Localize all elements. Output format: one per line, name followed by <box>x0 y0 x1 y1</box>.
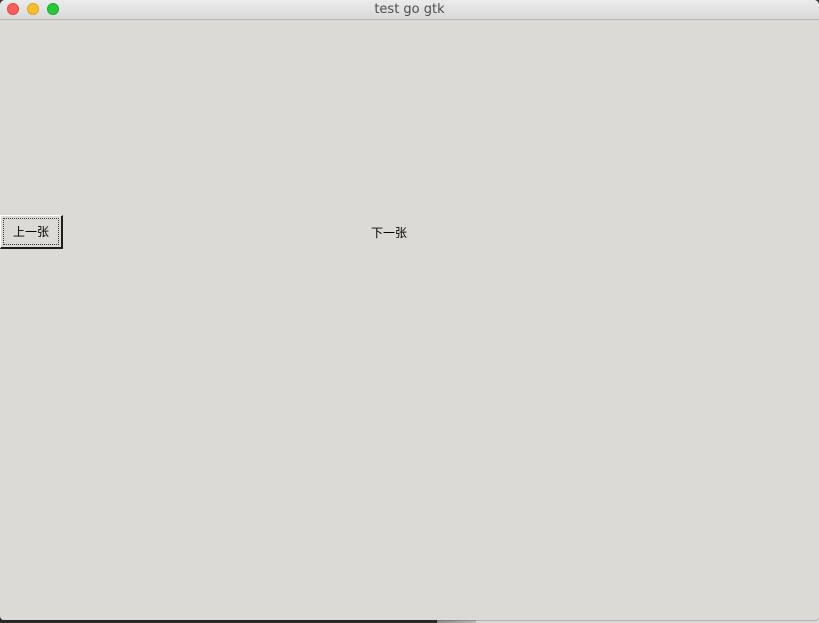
window-content: 上一张 下一张 <box>0 20 819 620</box>
title-bar[interactable]: test go gtk <box>0 0 819 20</box>
window-title: test go gtk <box>374 2 445 17</box>
previous-image-button[interactable]: 上一张 <box>0 215 63 249</box>
previous-image-label: 上一张 <box>3 218 59 245</box>
app-window: test go gtk 上一张 下一张 <box>0 0 819 620</box>
next-image-button[interactable]: 下一张 <box>346 215 432 249</box>
next-image-label: 下一张 <box>370 225 407 240</box>
